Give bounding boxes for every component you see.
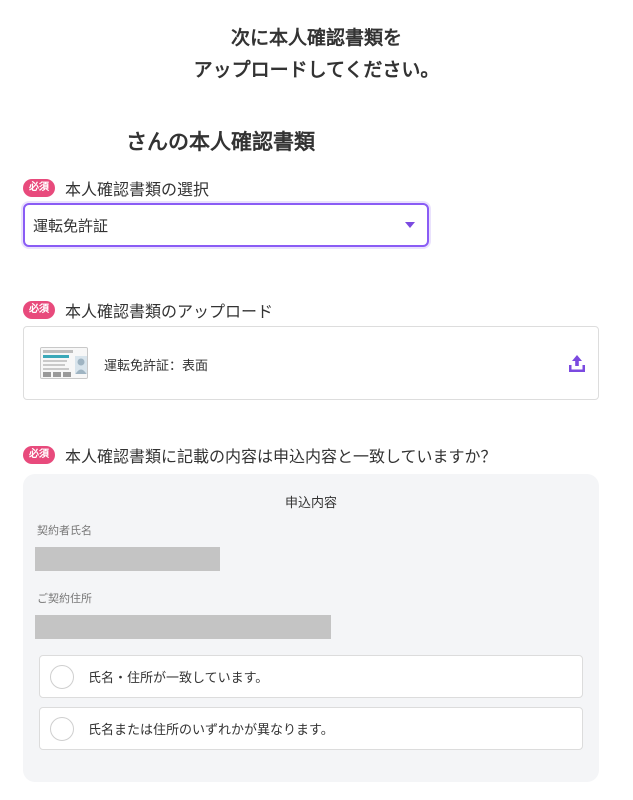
intro-line-2: アップロードしてください。	[193, 59, 440, 81]
masked-contract-address	[35, 615, 331, 639]
required-badge: 必須	[23, 446, 55, 464]
application-details-panel: 申込内容 契約者氏名 ご契約住所 氏名・住所が一致しています。 氏名または住所の…	[23, 474, 599, 782]
upload-item-license-front[interactable]: 運転免許証：表面	[23, 326, 599, 400]
panel-heading: 申込内容	[284, 496, 337, 511]
document-upload-label-text: 本人確認書類のアップロード	[65, 302, 274, 321]
document-select-label: 必須 本人確認書類の選択	[23, 176, 209, 200]
required-badge: 必須	[23, 301, 55, 319]
document-select-label-text: 本人確認書類の選択	[65, 180, 210, 199]
option-mismatch[interactable]: 氏名または住所のいずれかが異なります。	[39, 707, 583, 750]
intro-heading: 次に本人確認書類を アップロードしてください。	[0, 22, 633, 86]
upload-item-label: 運転免許証：表面	[104, 359, 209, 374]
option-label: 氏名・住所が一致しています。	[88, 671, 269, 686]
contractor-name-label: 契約者氏名	[37, 524, 92, 537]
option-label: 氏名または住所のいずれかが異なります。	[88, 723, 334, 738]
required-badge: 必須	[23, 179, 55, 197]
section-title: さんの本人確認書類	[126, 130, 315, 154]
masked-contractor-name	[35, 547, 220, 571]
radio-button[interactable]	[50, 716, 74, 741]
document-type-select[interactable]: 運転免許証	[23, 203, 429, 247]
caret-down-icon	[405, 222, 415, 228]
license-card-icon	[40, 347, 88, 379]
upload-icon[interactable]	[566, 353, 588, 375]
content-match-question: 本人確認書類に記載の内容は申込内容と一致していますか？	[65, 447, 497, 466]
intro-line-1: 次に本人確認書類を	[230, 27, 402, 49]
contract-address-label: ご契約住所	[37, 592, 92, 605]
document-upload-label: 必須 本人確認書類のアップロード	[23, 298, 273, 322]
option-match[interactable]: 氏名・住所が一致しています。	[39, 655, 583, 698]
radio-button[interactable]	[50, 664, 74, 689]
document-type-select-value: 運転免許証	[33, 216, 109, 235]
content-match-label: 必須 本人確認書類に記載の内容は申込内容と一致していますか？	[23, 443, 497, 467]
